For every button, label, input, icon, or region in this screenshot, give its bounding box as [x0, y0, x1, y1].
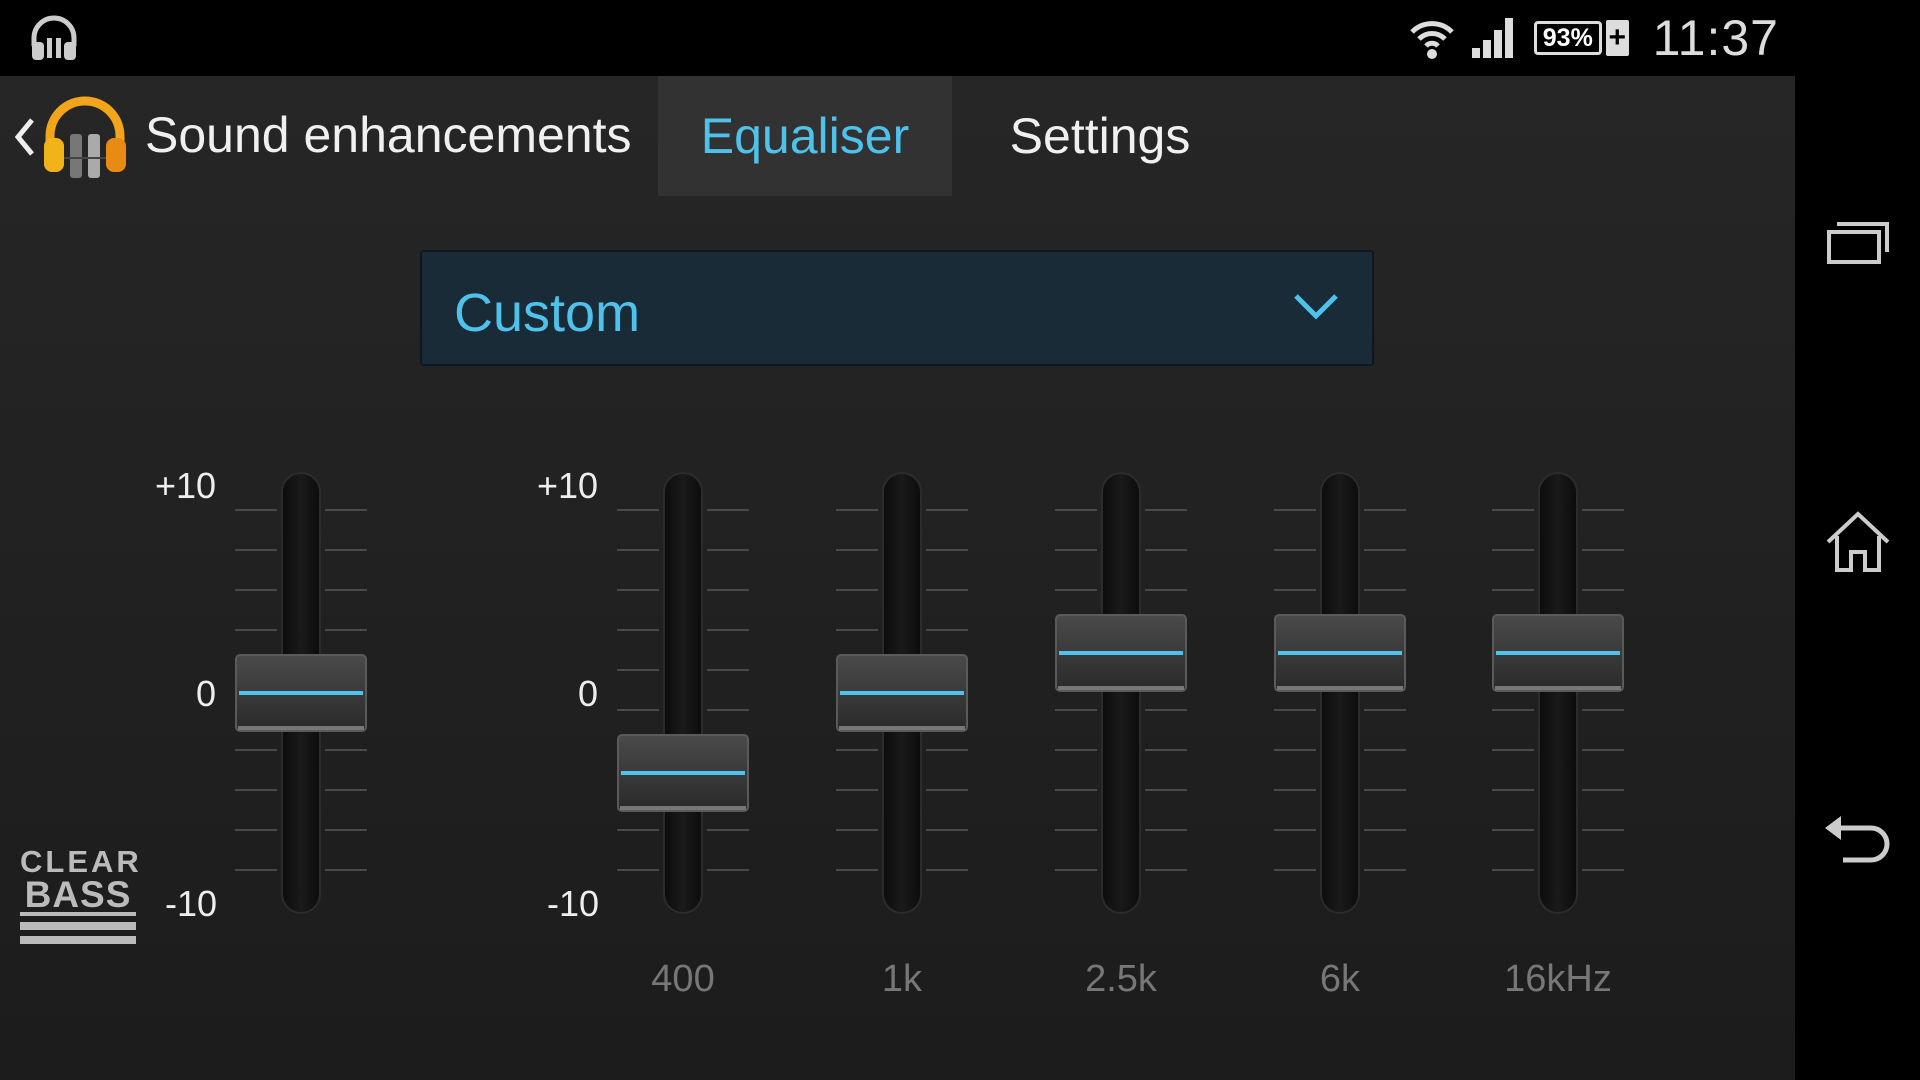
band-slider-1k[interactable] [836, 472, 968, 914]
headphones-icon [31, 15, 77, 60]
band-slider-16khz[interactable] [1492, 472, 1624, 914]
band-slider-6k-track [1320, 472, 1360, 914]
band-slider-6k[interactable] [1274, 472, 1406, 914]
band-slider-2-5k[interactable] [1055, 472, 1187, 914]
band-slider-6k-thumb[interactable] [1274, 614, 1406, 692]
band-slider-400[interactable] [617, 472, 749, 914]
clear-bass-slider-thumb[interactable] [235, 654, 367, 732]
band-label-6k: 6k [1319, 958, 1361, 1000]
band-slider-400-track [663, 472, 703, 914]
eq-scale-zero: 0 [578, 673, 599, 714]
eq-scale-max: +10 [537, 465, 599, 506]
band-slider-16khz-track [1538, 472, 1578, 914]
eq-scale-min: -10 [547, 883, 600, 924]
recent-apps-icon[interactable] [1823, 206, 1893, 276]
app-content: Sound enhancements Equaliser Settings Cu… [0, 76, 1795, 1080]
status-bar: 93% + 11:37 [0, 0, 1920, 76]
equalizer [235, 472, 1624, 914]
band-slider-1k-thumb[interactable] [836, 654, 968, 732]
clear-bass-scale-min: -10 [165, 883, 218, 924]
battery-indicator: 93% + [1533, 19, 1629, 57]
band-label-400: 400 [651, 958, 715, 1000]
band-slider-2-5k-track [1101, 472, 1141, 914]
band-label-16khz: 16kHz [1504, 958, 1612, 1000]
band-slider-400-thumb[interactable] [617, 734, 749, 812]
band-label-2-5k: 2.5k [1085, 958, 1157, 1000]
clear-bass-logo-bottom: BASS [20, 876, 136, 916]
navigation-bar [1795, 76, 1920, 1080]
clock: 11:37 [1652, 10, 1779, 66]
clear-bass-scale-max: +10 [155, 465, 217, 506]
plus-icon: + [1606, 20, 1629, 56]
battery-percent: 93% [1533, 21, 1603, 55]
back-icon[interactable] [1823, 806, 1893, 876]
band-slider-2-5k-thumb[interactable] [1055, 614, 1187, 692]
clear-bass-scale-zero: 0 [196, 673, 217, 714]
band-slider-16khz-thumb[interactable] [1492, 614, 1624, 692]
clear-bass-logo: CLEAR BASS [20, 846, 139, 961]
signal-icon [1471, 18, 1513, 58]
wifi-icon [1409, 21, 1454, 59]
clear-bass-slider[interactable] [235, 472, 367, 914]
band-label-1k: 1k [881, 958, 923, 1000]
home-icon[interactable] [1823, 506, 1893, 576]
